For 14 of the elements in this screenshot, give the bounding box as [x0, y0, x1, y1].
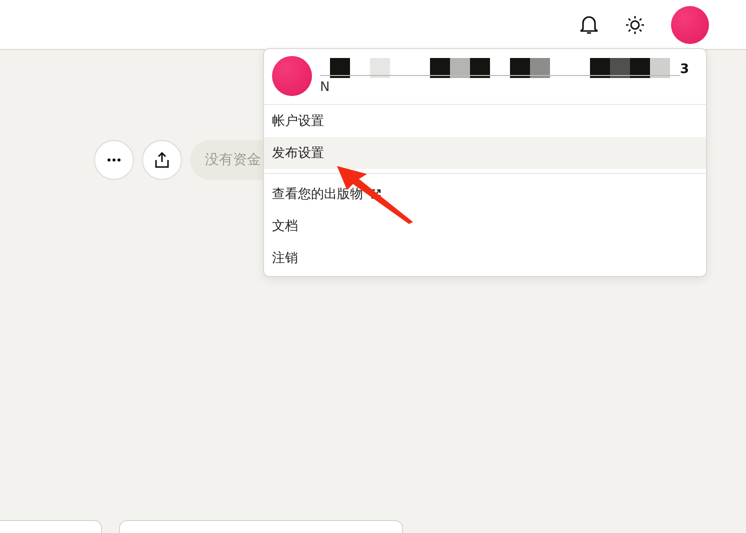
- share-icon: [155, 152, 169, 168]
- theme-icon[interactable]: [625, 14, 645, 34]
- user-email: N: [320, 80, 331, 94]
- menu-item[interactable]: 发布设置: [264, 137, 706, 169]
- user-name: 3: [680, 62, 690, 78]
- menu-item[interactable]: 帐户设置: [264, 105, 706, 137]
- funding-text: 没有资金: [205, 151, 261, 169]
- bell-icon[interactable]: [579, 14, 599, 36]
- share-button[interactable]: [142, 140, 182, 180]
- more-icon: [107, 158, 121, 162]
- avatar[interactable]: [671, 6, 709, 44]
- menu-item[interactable]: 文档: [264, 210, 706, 242]
- menu-item[interactable]: 注销: [264, 242, 706, 274]
- avatar: [272, 56, 312, 96]
